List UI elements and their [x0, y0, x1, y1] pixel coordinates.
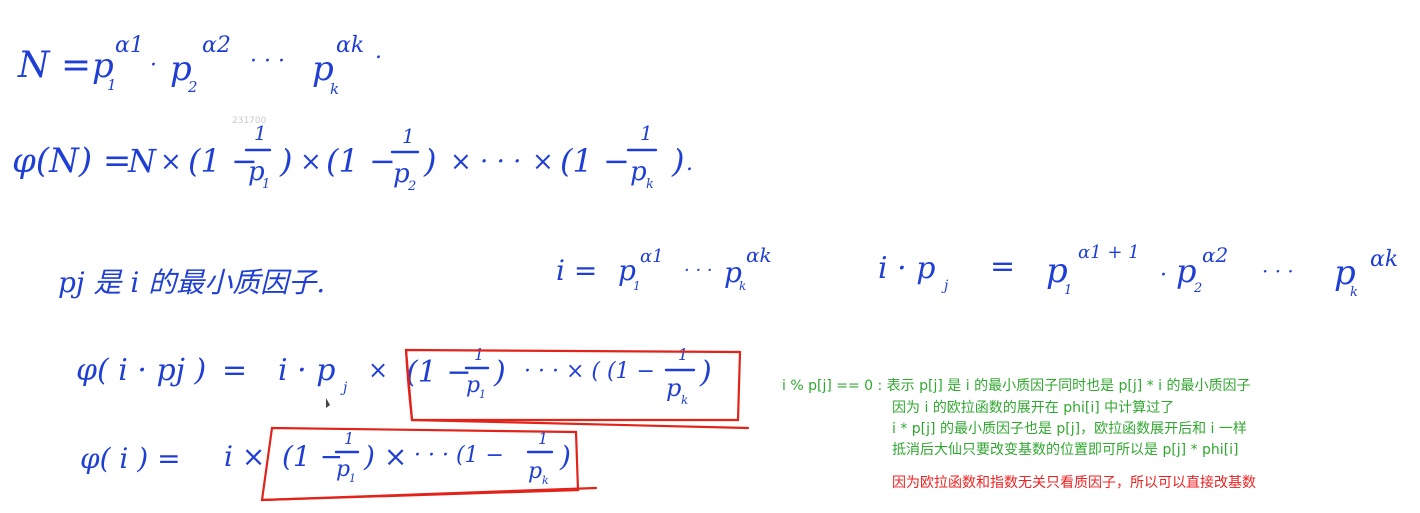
eq2-times2: × — [300, 147, 322, 177]
eq3-r-e2: α2 — [1202, 243, 1228, 267]
eq3-i-sk: k — [739, 279, 746, 293]
equation-n-factorization: N = p 1 α1 · p 2 α2 · · · p k αk . — [17, 33, 382, 98]
eq3-eq: = — [990, 249, 1015, 284]
eq2-close2: ) — [423, 142, 436, 180]
eq2-subk: k — [646, 177, 654, 192]
eq5-end: ) — [559, 440, 571, 473]
eq5-close: ) × — [363, 440, 407, 473]
eq2-sub2: 2 — [407, 179, 416, 194]
eq3-i-e1: α1 — [640, 246, 664, 267]
eq2-sub1: 1 — [262, 177, 270, 192]
eq1-dots: · · · — [250, 49, 285, 74]
eq2-den3: p — [630, 157, 647, 187]
eq3-r-dot: · — [1160, 263, 1167, 288]
eq2-num2: 1 — [402, 124, 415, 148]
eq3-i-dots: · · · — [684, 260, 713, 281]
eq3-pj-text: pj 是 i 的最小质因子. — [58, 266, 325, 299]
eq2-lhs: φ(N) = — [12, 141, 131, 181]
highlight-box-lower-tail — [260, 486, 598, 502]
eq4-open: (1 − — [406, 355, 471, 390]
eq5-i: i × — [224, 440, 265, 473]
eq2-open3: (1 − — [560, 142, 630, 180]
eq3-i-lhs: i = — [556, 254, 597, 287]
note-line-4: 抵消后大仙只要改变基数的位置即可所以是 p[j] * phi[i] — [892, 442, 1239, 458]
eq4-close: ) — [493, 355, 506, 390]
eq5-lhs: φ( i ) = — [80, 442, 181, 475]
eq2-mid: × · · · — [450, 147, 521, 177]
eq3-ipj-sub: j — [941, 278, 949, 294]
eq3-i-ek: αk — [746, 243, 772, 267]
eq5-s1: 1 — [349, 472, 356, 485]
eq4-end: ) — [699, 355, 712, 390]
eq2-num3: 1 — [640, 121, 653, 145]
eq3-ipj-lhs: i · p — [878, 251, 935, 286]
eq3-r-e1: α1 + 1 — [1078, 242, 1140, 263]
eq5-sk: k — [542, 474, 549, 487]
eq1-sub1: 1 — [107, 76, 117, 94]
note-line-1: i % p[j] == 0 : 表示 p[j] 是 i 的最小质因子同时也是 p… — [782, 378, 1251, 394]
eq4-times: × — [368, 356, 388, 384]
eq5-den1: p — [336, 457, 350, 482]
eq4-num2: 1 — [678, 345, 688, 364]
eq2-num1: 1 — [254, 121, 267, 145]
eq3-i-s1: 1 — [633, 279, 641, 293]
note-line-2: 因为 i 的欧拉函数的展开在 phi[i] 中计算过了 — [892, 400, 1175, 416]
eq2-close3: ) — [671, 142, 684, 180]
equation-phi-i-pj: φ( i · pj ) = i · p j × (1 − 1 p 1 ) · ·… — [76, 345, 750, 430]
eq4-lhs: φ( i · pj ) — [76, 353, 206, 388]
eq4-den1: p — [466, 373, 480, 398]
eq4-den2: p — [666, 374, 681, 402]
eq3-r-s1: 1 — [1064, 283, 1072, 298]
eq4-s1: 1 — [479, 388, 486, 401]
eq2-close1: ) — [279, 142, 292, 180]
eq4-isub: j — [340, 380, 348, 396]
eq1-exp1: α1 — [115, 33, 144, 58]
eq1-lhs: N = — [17, 45, 91, 86]
mouse-cursor-icon — [326, 398, 330, 408]
eq1-dot: · — [150, 53, 157, 78]
eq2-times3: × — [532, 147, 554, 177]
eq3-r-dots: · · · — [1262, 259, 1294, 283]
equation-phi-n: φ(N) = N × (1 − 1 p 1 ) × (1 − 1 p 2 ) ×… — [12, 121, 693, 194]
eq5-den2: p — [528, 459, 542, 484]
eq4-eq: = — [222, 353, 247, 388]
eq2-n: N — [127, 142, 157, 180]
eq5-num1: 1 — [344, 429, 354, 448]
eq1-subk: k — [330, 80, 339, 98]
eq2-end: . — [686, 151, 693, 176]
eq4-i: i · p — [278, 353, 335, 388]
eq1-end: . — [375, 39, 382, 64]
eq3-r-s2: 2 — [1193, 281, 1202, 296]
eq2-times1: × — [160, 147, 182, 177]
note-line-3: i * p[j] 的最小质因子也是 p[j]，欧拉函数展开后和 i 一样 — [892, 421, 1247, 437]
eq1-sub2: 2 — [187, 78, 198, 96]
eq3-r-ek: αk — [1370, 247, 1398, 272]
eq4-num1: 1 — [474, 345, 484, 364]
eq5-mid: · · · (1 − — [414, 443, 504, 468]
eq2-open2: (1 − — [326, 142, 396, 180]
eq1-expk: αk — [336, 33, 364, 58]
eq5-open: (1 − — [282, 440, 343, 473]
eq1-exp2: α2 — [202, 33, 231, 58]
eq3-r-sk: k — [1350, 285, 1358, 300]
line-pj-definition: pj 是 i 的最小质因子. i = p 1 α1 · · · p k αk i… — [58, 242, 1398, 300]
equation-phi-i: φ( i ) = i × (1 − 1 p 1 ) × · · · (1 − 1… — [80, 426, 598, 502]
eq4-mid: · · · × ( (1 − — [524, 359, 655, 384]
note-conclusion: 因为欧拉函数和指数无关只看质因子，所以可以直接改基数 — [892, 475, 1256, 491]
eq4-sk: k — [681, 393, 688, 407]
